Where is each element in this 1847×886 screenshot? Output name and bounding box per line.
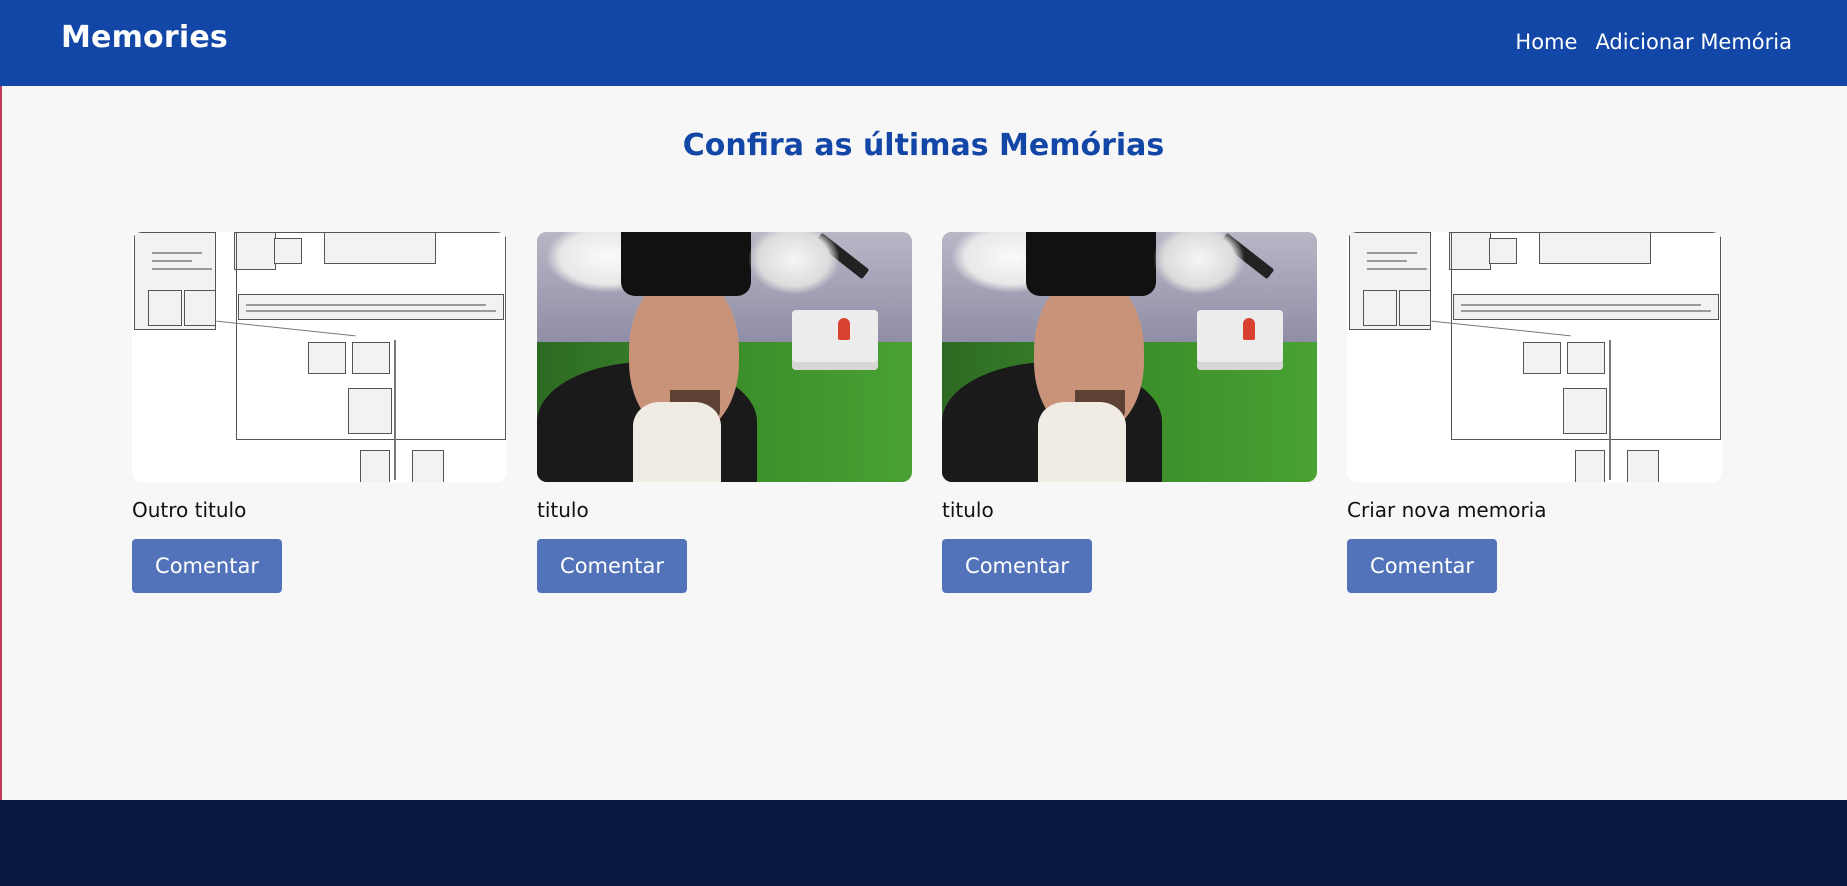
site-header: Memories Home Adicionar Memória (0, 0, 1847, 86)
memory-title: titulo (537, 498, 589, 522)
site-footer (0, 800, 1847, 886)
comment-button[interactable]: Comentar (132, 539, 282, 593)
graduation-selfie-image (942, 232, 1317, 482)
memory-card: Criar nova memoria Comentar (1347, 232, 1722, 593)
nav-add-memory-link[interactable]: Adicionar Memória (1595, 30, 1792, 54)
memories-grid: Outro titulo Comentar titulo Comentar ti… (132, 232, 1722, 593)
memory-image (1347, 232, 1722, 482)
memory-card: Outro titulo Comentar (132, 232, 507, 593)
page-title: Confira as últimas Memórias (682, 128, 1165, 163)
memory-card: titulo Comentar (537, 232, 912, 593)
nav-home-link[interactable]: Home (1515, 30, 1577, 54)
comment-button[interactable]: Comentar (537, 539, 687, 593)
left-edge-accent (0, 0, 2, 800)
memory-title: Outro titulo (132, 498, 247, 522)
memory-image (537, 232, 912, 482)
brand-logo[interactable]: Memories (61, 20, 228, 55)
memory-card: titulo Comentar (942, 232, 1317, 593)
graduation-selfie-image (537, 232, 912, 482)
main-nav: Home Adicionar Memória (1515, 30, 1792, 54)
comment-button[interactable]: Comentar (1347, 539, 1497, 593)
class-diagram-image (1347, 232, 1722, 482)
comment-button[interactable]: Comentar (942, 539, 1092, 593)
memory-image (942, 232, 1317, 482)
class-diagram-image (132, 232, 507, 482)
memory-title: Criar nova memoria (1347, 498, 1547, 522)
memory-title: titulo (942, 498, 994, 522)
memory-image (132, 232, 507, 482)
